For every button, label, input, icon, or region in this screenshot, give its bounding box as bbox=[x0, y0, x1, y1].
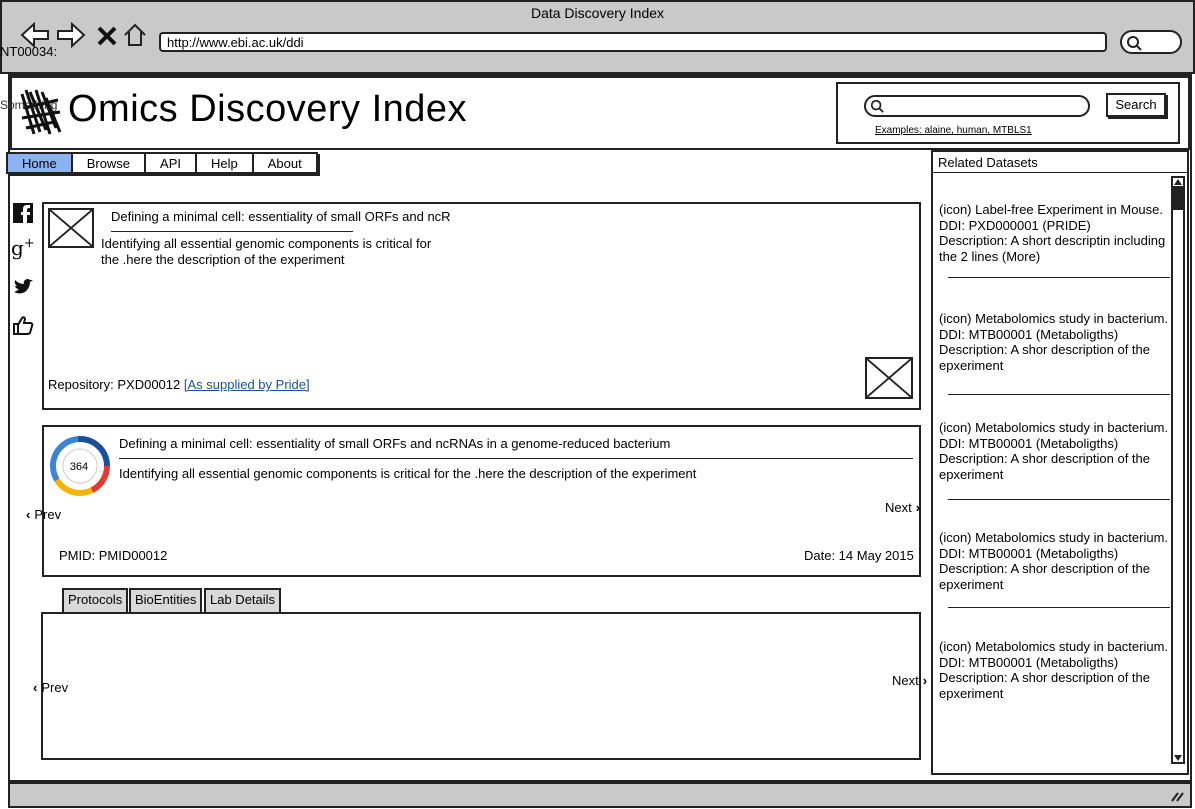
related-item-description: Description: A shor description of the bbox=[939, 670, 1151, 685]
related-item-title: (icon) Metabolomics study in bacterium. bbox=[939, 420, 1169, 435]
repository-info: Repository: PXD00012 [As supplied by Pri… bbox=[48, 377, 310, 392]
search-button[interactable]: Search bbox=[1106, 93, 1166, 117]
thumbs-up-icon[interactable] bbox=[12, 314, 34, 336]
tab-prev-button[interactable]: ‹ Prev bbox=[33, 680, 68, 695]
next-label: Next bbox=[885, 500, 912, 515]
nav-about[interactable]: About bbox=[254, 154, 316, 172]
main-nav: Home Browse API Help About bbox=[6, 152, 318, 174]
repository-link[interactable]: [As supplied by Pride] bbox=[184, 377, 310, 392]
scroll-down-icon[interactable] bbox=[1173, 754, 1183, 762]
nav-api[interactable]: API bbox=[146, 154, 198, 172]
tab-lab-details[interactable]: Lab Details bbox=[204, 588, 282, 612]
search-examples-link[interactable]: Examples: alaine, human, MTBLS1 bbox=[875, 125, 1032, 136]
related-item-id: DDI: MTB00001 (Metaboligths) bbox=[939, 545, 1119, 561]
related-item-title: (icon) Metabolomics study in bacterium. bbox=[939, 311, 1169, 326]
divider bbox=[948, 607, 1170, 608]
related-item-description: Description: A shor description of the bbox=[939, 451, 1151, 466]
related-item[interactable]: (icon) Metabolomics study in bacterium. … bbox=[939, 530, 1171, 592]
search-icon bbox=[870, 99, 884, 113]
related-item-description: Description: A shor description of the bbox=[939, 342, 1151, 357]
image-placeholder-icon bbox=[48, 208, 94, 248]
nav-help[interactable]: Help bbox=[197, 154, 254, 172]
search-icon bbox=[1127, 36, 1142, 51]
related-item-id: DDI: PXD000001 (PRIDE) bbox=[939, 217, 1091, 233]
tab-content-panel bbox=[41, 612, 921, 760]
image-placeholder-icon bbox=[865, 357, 913, 399]
nav-browse[interactable]: Browse bbox=[73, 154, 147, 172]
related-item-title: (icon) Metabolomics study in bacterium. bbox=[939, 639, 1169, 654]
window-title: Data Discovery Index bbox=[530, 5, 665, 21]
related-item-description-cont: epxeriment bbox=[939, 357, 1004, 373]
nav-home[interactable]: Home bbox=[8, 154, 73, 172]
twitter-icon[interactable] bbox=[12, 276, 34, 298]
publication-description: Identifying all essential genomic compon… bbox=[119, 466, 697, 481]
publication-date: Date: 14 May 2015 bbox=[804, 548, 914, 563]
prev-button[interactable]: ‹ Prev bbox=[26, 507, 61, 522]
related-item-description-cont: the 2 lines (More) bbox=[939, 248, 1041, 264]
browser-search-field[interactable] bbox=[1120, 30, 1182, 54]
related-item-description: Description: A shor description of the bbox=[939, 561, 1151, 576]
related-item-id: DDI: MTB00001 (Metaboligths) bbox=[939, 326, 1119, 342]
scroll-thumb[interactable] bbox=[1173, 186, 1183, 210]
divider bbox=[111, 231, 353, 232]
next-label: Next bbox=[892, 673, 919, 688]
scroll-up-icon[interactable] bbox=[1173, 178, 1183, 186]
related-item-description-cont: epxeriment bbox=[939, 466, 1004, 482]
dataset-description-line1: Identifying all essential genomic compon… bbox=[101, 236, 432, 251]
related-datasets-title: Related Datasets bbox=[938, 155, 1038, 170]
altmetric-score: 364 bbox=[69, 461, 89, 473]
facebook-icon[interactable] bbox=[12, 202, 34, 224]
chevron-left-icon: ‹ bbox=[33, 680, 38, 695]
repository-label: Repository: PXD00012 bbox=[48, 377, 181, 392]
resize-grip-icon[interactable] bbox=[1170, 790, 1184, 802]
related-item[interactable]: (icon) Metabolomics study in bacterium. … bbox=[939, 311, 1171, 373]
prev-label: Prev bbox=[41, 680, 69, 695]
dataset-description-line2: the .here the description of the experim… bbox=[101, 252, 345, 267]
logo-image bbox=[20, 89, 62, 135]
pmid: PMID: PMID00012 bbox=[59, 548, 168, 563]
related-item[interactable]: (icon) Metabolomics study in bacterium. … bbox=[939, 420, 1171, 482]
divider bbox=[948, 499, 1170, 500]
tab-identifier: NT00034: bbox=[0, 44, 58, 59]
stop-icon[interactable] bbox=[96, 24, 118, 52]
related-item-id: DDI: MTB00001 (Metaboligths) bbox=[939, 654, 1119, 670]
chevron-right-icon: › bbox=[922, 673, 928, 688]
chevron-right-icon: › bbox=[915, 500, 921, 515]
divider bbox=[119, 458, 913, 459]
forward-icon[interactable] bbox=[56, 21, 86, 53]
divider bbox=[933, 172, 1187, 173]
dataset-title[interactable]: Defining a minimal cell: essentiality of… bbox=[111, 209, 451, 224]
prev-label: Prev bbox=[34, 507, 62, 522]
status-bar bbox=[8, 782, 1192, 808]
google-plus-icon[interactable]: g+ bbox=[11, 236, 35, 260]
scrollbar[interactable] bbox=[1171, 176, 1185, 764]
home-icon[interactable] bbox=[122, 22, 148, 53]
divider bbox=[948, 394, 1170, 395]
related-item-id: DDI: MTB00001 (Metaboligths) bbox=[939, 435, 1119, 451]
search-input[interactable] bbox=[864, 95, 1090, 117]
related-item-description-cont: epxeriment bbox=[939, 685, 1004, 701]
site-title: Omics Discovery Index bbox=[68, 88, 468, 130]
related-item-description: Description: A short descriptin includin… bbox=[939, 233, 1166, 248]
divider bbox=[948, 277, 1170, 278]
next-button[interactable]: Next › bbox=[885, 500, 920, 515]
related-item-title: (icon) Label-free Experiment in Mouse. bbox=[939, 202, 1163, 217]
tab-next-button[interactable]: Next › bbox=[892, 673, 927, 688]
tab-bioentities[interactable]: BioEntities bbox=[129, 588, 203, 612]
tab-protocols[interactable]: Protocols bbox=[62, 588, 129, 612]
url-bar[interactable]: http://www.ebi.ac.uk/ddi bbox=[159, 32, 1107, 52]
related-item[interactable]: (icon) Metabolomics study in bacterium. … bbox=[939, 639, 1171, 701]
related-item-title: (icon) Metabolomics study in bacterium. bbox=[939, 530, 1169, 545]
chevron-left-icon: ‹ bbox=[26, 507, 31, 522]
publication-title[interactable]: Defining a minimal cell: essentiality of… bbox=[119, 436, 670, 451]
related-item[interactable]: (icon) Label-free Experiment in Mouse. D… bbox=[939, 202, 1171, 264]
related-item-description-cont: epxeriment bbox=[939, 576, 1004, 592]
